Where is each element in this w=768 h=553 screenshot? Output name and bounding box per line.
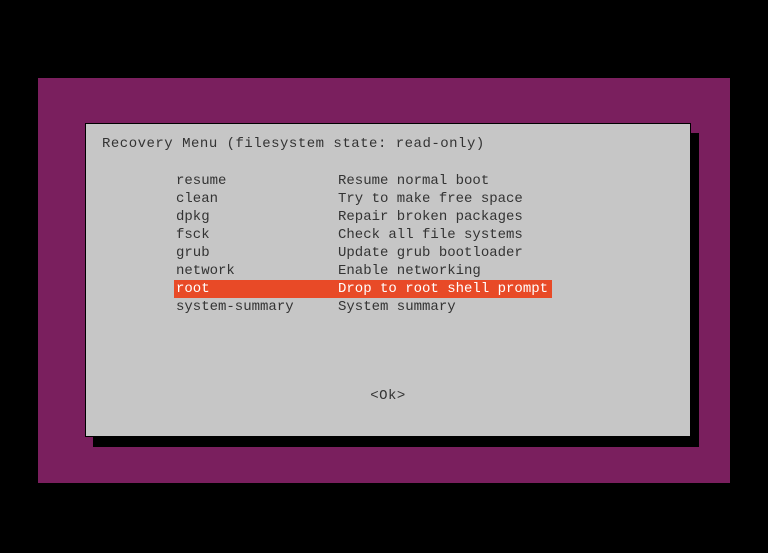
menu-item-key: clean <box>174 190 338 208</box>
desktop-background: Recovery Menu (filesystem state: read-on… <box>38 78 730 483</box>
menu-item-key: fsck <box>174 226 338 244</box>
menu-item-key: resume <box>174 172 338 190</box>
menu-list[interactable]: resumeResume normal bootcleanTry to make… <box>174 172 552 316</box>
recovery-menu-dialog: Recovery Menu (filesystem state: read-on… <box>85 123 691 437</box>
menu-item-desc: Resume normal boot <box>338 172 493 190</box>
menu-item-key: dpkg <box>174 208 338 226</box>
menu-item-root[interactable]: rootDrop to root shell prompt <box>174 280 552 298</box>
menu-item-desc: Enable networking <box>338 262 485 280</box>
menu-item-key: network <box>174 262 338 280</box>
menu-item-desc: Drop to root shell prompt <box>338 280 552 298</box>
menu-item-key: grub <box>174 244 338 262</box>
menu-item-clean[interactable]: cleanTry to make free space <box>174 190 552 208</box>
menu-item-grub[interactable]: grubUpdate grub bootloader <box>174 244 552 262</box>
ok-button[interactable]: <Ok> <box>370 388 406 404</box>
menu-item-system-summary[interactable]: system-summarySystem summary <box>174 298 552 316</box>
menu-item-resume[interactable]: resumeResume normal boot <box>174 172 552 190</box>
menu-item-desc: Update grub bootloader <box>338 244 527 262</box>
menu-item-fsck[interactable]: fsckCheck all file systems <box>174 226 552 244</box>
menu-item-desc: Check all file systems <box>338 226 527 244</box>
menu-item-key: root <box>174 280 338 298</box>
menu-item-key: system-summary <box>174 298 338 316</box>
dialog-title: Recovery Menu (filesystem state: read-on… <box>102 136 485 152</box>
menu-item-network[interactable]: networkEnable networking <box>174 262 552 280</box>
menu-item-desc: System summary <box>338 298 460 316</box>
menu-item-dpkg[interactable]: dpkgRepair broken packages <box>174 208 552 226</box>
menu-item-desc: Repair broken packages <box>338 208 527 226</box>
menu-item-desc: Try to make free space <box>338 190 527 208</box>
